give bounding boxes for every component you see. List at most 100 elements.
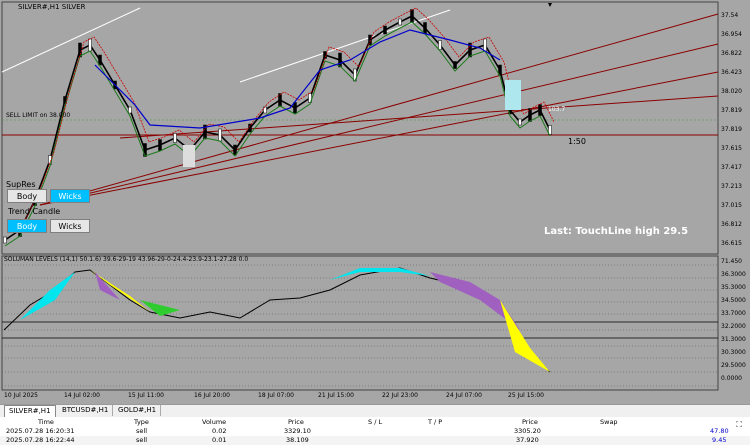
price-axis-tick: 36.423 xyxy=(721,69,742,76)
indicator-axis-tick: 35.3000 xyxy=(721,284,746,291)
indicator-panel-frame xyxy=(1,255,719,391)
cell-volume: 0.01 xyxy=(212,436,227,444)
candle xyxy=(453,61,457,69)
header-time[interactable]: Time xyxy=(38,418,54,427)
table-header: Time Type Volume Price S / L T / P Price… xyxy=(0,418,750,427)
trend-wicks-button[interactable]: Wicks xyxy=(50,219,90,233)
table-row[interactable]: 2025.07.28 16:20:31 sell 0.02 3329.10 33… xyxy=(0,427,750,436)
price-tag: 103.7 xyxy=(548,106,566,113)
cell-type: sell xyxy=(136,427,147,435)
indicator-axis-tick: 31.3000 xyxy=(721,336,746,343)
candle xyxy=(98,54,102,66)
candle xyxy=(78,42,82,58)
time-axis-tick: 16 Jul 20:00 xyxy=(194,392,230,399)
candle xyxy=(398,18,402,26)
price-axis-tick: 37.819 xyxy=(721,107,742,114)
candle xyxy=(410,9,414,23)
price-chart[interactable] xyxy=(0,0,750,404)
indicator-axis-tick: 0.0000 xyxy=(721,375,742,382)
cell-current-price: 3305.20 xyxy=(514,427,541,435)
indicator-axis-tick: 30.3000 xyxy=(721,349,746,356)
price-axis-tick: 37.213 xyxy=(721,183,742,190)
header-swap[interactable]: Swap xyxy=(600,418,618,427)
cell-profit: 9.45 xyxy=(712,436,727,444)
price-axis-tick: 37.417 xyxy=(721,164,742,171)
header-volume[interactable]: Volume xyxy=(202,418,226,427)
price-axis-tick: 36.812 xyxy=(721,221,742,228)
candle xyxy=(173,133,177,143)
indicator-label: SOLUMAN LEVELS (14,1) 50.1.6) 39.6-29-19… xyxy=(4,256,249,263)
chart-title: SILVER#,H1 SILVER xyxy=(18,3,86,11)
price-axis-tick: 38.020 xyxy=(721,88,742,95)
tab-silver[interactable]: SILVER#,H1 xyxy=(4,405,56,417)
supres-wicks-button[interactable]: Wicks xyxy=(50,189,90,203)
cell-time: 2025.07.28 16:22:44 xyxy=(6,436,75,444)
time-axis-tick: 22 Jul 23:00 xyxy=(382,392,418,399)
cell-type: sell xyxy=(136,436,147,444)
chart-tabs: SILVER#,H1 BTCUSD#,H1 GOLD#,H1 xyxy=(0,404,750,417)
candle xyxy=(128,106,132,114)
chart-area[interactable]: SILVER#,H1 SILVER SELL LIMIT on 38.000 S… xyxy=(0,0,750,404)
trend-candle-title: Trend Candle xyxy=(8,207,61,216)
tab-gold[interactable]: GOLD#,H1 xyxy=(114,405,162,416)
indicator-axis-tick: 36.3000 xyxy=(721,271,746,278)
candle xyxy=(323,51,327,59)
price-axis-tick: 37.819 xyxy=(721,126,742,133)
candle xyxy=(233,144,237,156)
candle xyxy=(338,52,342,68)
zone-box xyxy=(183,145,195,167)
indicator-axis-tick: 29.5000 xyxy=(721,362,746,369)
indicator-axis-tick: 34.5000 xyxy=(721,297,746,304)
time-axis-tick: 10 Jul 2025 xyxy=(4,392,38,399)
tab-btcusd[interactable]: BTCUSD#,H1 xyxy=(58,405,114,416)
time-axis-tick: 21 Jul 15:00 xyxy=(318,392,354,399)
header-sl[interactable]: S / L xyxy=(368,418,382,427)
price-axis-tick: 37.015 xyxy=(721,202,742,209)
candle xyxy=(88,38,92,52)
candle xyxy=(518,118,522,126)
candle xyxy=(248,123,252,133)
zone-box xyxy=(505,80,521,110)
indicator-axis-tick: 32.2000 xyxy=(721,323,746,330)
candle xyxy=(423,22,427,34)
price-axis-tick: 37.615 xyxy=(721,145,742,152)
last-touchline-label: Last: TouchLine high 29.5 xyxy=(544,226,689,237)
ratio-label: 1:50 xyxy=(568,137,586,146)
indicator-axis-tick: 71.450 xyxy=(721,258,742,265)
supres-body-button[interactable]: Body xyxy=(7,189,47,203)
candle xyxy=(383,25,387,35)
cell-time: 2025.07.28 16:20:31 xyxy=(6,427,75,435)
price-axis-tick: 36.954 xyxy=(721,31,742,38)
time-axis-tick: 15 Jul 11:00 xyxy=(128,392,164,399)
sell-limit-label: SELL LIMIT on 38.000 xyxy=(6,112,71,119)
cell-price: 38.109 xyxy=(286,436,309,444)
price-axis-tick: 36.822 xyxy=(721,50,742,57)
header-type[interactable]: Type xyxy=(134,418,149,427)
candle xyxy=(3,236,7,244)
price-axis-tick: 36.615 xyxy=(721,240,742,247)
candle xyxy=(483,38,487,52)
cell-volume: 0.02 xyxy=(212,427,227,435)
zoom-icon[interactable]: ⛶ xyxy=(734,420,744,430)
cell-current-price: 37.920 xyxy=(516,436,539,444)
header-tp[interactable]: T / P xyxy=(428,418,442,427)
table-row[interactable]: 2025.07.28 16:22:44 sell 0.01 38.109 37.… xyxy=(0,436,750,445)
candle xyxy=(218,128,222,142)
candle xyxy=(538,104,542,116)
trend-body-button[interactable]: Body xyxy=(7,219,47,233)
cell-price: 3329.10 xyxy=(284,427,311,435)
candle xyxy=(438,40,442,50)
candle xyxy=(158,139,162,151)
time-axis-tick: 25 Jul 15:00 xyxy=(508,392,544,399)
time-axis-tick: 18 Jul 07:00 xyxy=(258,392,294,399)
header-price2[interactable]: Price xyxy=(522,418,538,427)
header-price[interactable]: Price xyxy=(288,418,304,427)
indicator-axis-tick: 33.7000 xyxy=(721,310,746,317)
candle xyxy=(293,102,297,114)
cell-profit: 47.80 xyxy=(710,427,729,435)
time-axis-tick: 14 Jul 02:00 xyxy=(64,392,100,399)
price-panel-frame xyxy=(1,1,719,255)
price-axis-tick: 37.54 xyxy=(721,12,739,19)
time-axis-tick: 24 Jul 07:00 xyxy=(446,392,482,399)
supres-title: SupRes xyxy=(6,180,36,189)
